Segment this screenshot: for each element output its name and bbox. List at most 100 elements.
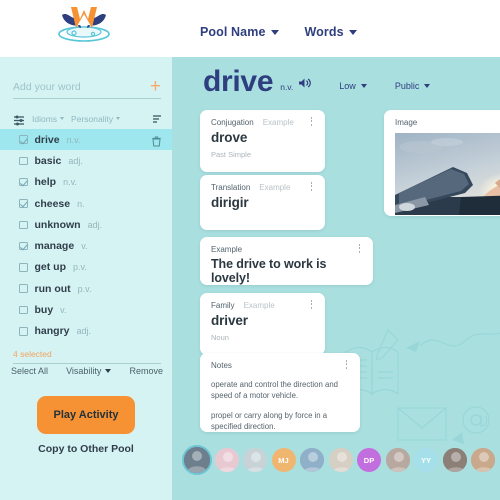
add-word-input[interactable]: Add your word	[13, 81, 81, 93]
word-list-item[interactable]: buy v.	[0, 299, 172, 320]
word-checkbox[interactable]	[19, 263, 28, 272]
word-label: manage	[34, 240, 75, 253]
card-menu-icon[interactable]	[306, 117, 317, 126]
nav-pool-name-label: Pool Name	[200, 25, 266, 39]
card-menu-icon[interactable]	[341, 360, 352, 369]
word-list-item[interactable]: manage v.	[0, 235, 172, 256]
word-list-item[interactable]: unknown adj.	[0, 214, 172, 235]
translation-card[interactable]: Translation Example dirigir	[200, 175, 325, 230]
avatar[interactable]	[243, 448, 267, 472]
avatar[interactable]	[471, 448, 495, 472]
chevron-down-icon	[348, 29, 357, 35]
word-list-item[interactable]: hangry adj.	[0, 321, 172, 342]
word-pos: n.	[77, 198, 85, 209]
list-actions-row: Select All Visability Remove	[11, 366, 163, 376]
avatar-photo	[471, 448, 495, 472]
word-checkbox[interactable]	[19, 241, 28, 251]
level-dropdown[interactable]: Low	[339, 81, 367, 91]
select-all-button[interactable]: Select All	[11, 366, 48, 376]
card-label: Notes	[211, 361, 232, 370]
nav-pool-name[interactable]: Pool Name	[200, 25, 279, 39]
avatar[interactable]	[300, 448, 324, 472]
wordpool-logo[interactable]	[50, 1, 118, 45]
word-checkbox[interactable]	[19, 305, 28, 315]
word-label: cheese	[34, 197, 71, 210]
card-label: Family	[211, 301, 235, 310]
notes-paragraph-2: propel or carry along by force in a spec…	[211, 410, 328, 431]
remove-button[interactable]: Remove	[129, 366, 163, 376]
family-card[interactable]: Family Example driver Noun	[200, 293, 325, 355]
play-activity-button[interactable]: Play Activity	[37, 396, 135, 434]
avatar[interactable]	[328, 448, 353, 472]
word-list-item[interactable]: drive n.v.	[0, 129, 172, 152]
word-pos: p.v.	[73, 262, 87, 273]
word-checkbox[interactable]	[19, 156, 28, 166]
word-label: unknown	[34, 218, 81, 231]
word-list-item[interactable]: basic adj.	[0, 150, 172, 171]
word-pos: adj.	[68, 155, 83, 166]
card-sub: Past Simple	[211, 150, 252, 159]
sort-icon[interactable]	[152, 112, 163, 130]
avatar[interactable]: YY	[414, 448, 438, 472]
word-headline: drive n.v. Low Public	[203, 67, 431, 97]
filter-chip-personality[interactable]: Personality	[71, 114, 121, 124]
word-list-item[interactable]: get up p.v.	[0, 257, 172, 278]
example-card[interactable]: Example The drive to work is lovely!	[200, 237, 373, 285]
card-menu-icon[interactable]	[306, 300, 317, 309]
word-pos: n.v.	[63, 177, 77, 188]
chevron-down-icon	[105, 369, 112, 373]
word-checkbox[interactable]	[19, 327, 28, 336]
visibility-dropdown[interactable]: Visability	[66, 366, 112, 376]
avatar-photo	[243, 448, 267, 472]
word-label: drive	[34, 133, 60, 146]
nav-words[interactable]: Words	[305, 25, 357, 39]
avatar-photo	[184, 447, 210, 473]
word-checkbox[interactable]	[19, 135, 28, 144]
card-secondary-label: Example	[262, 118, 294, 127]
decorative-illustration	[336, 322, 500, 457]
add-word-button[interactable]: +	[150, 77, 161, 96]
card-menu-icon[interactable]	[306, 182, 317, 191]
avatar[interactable]	[184, 447, 210, 473]
word-list-item[interactable]: cheese n.	[0, 193, 172, 214]
avatar-photo	[300, 448, 324, 472]
delete-icon[interactable]	[152, 134, 161, 152]
word-pos: adj.	[87, 219, 103, 230]
card-label: Translation	[211, 183, 251, 192]
copy-to-other-pool-link[interactable]: Copy to Other Pool	[0, 443, 172, 455]
avatar[interactable]: DP	[357, 448, 381, 472]
nav-words-label: Words	[304, 25, 344, 39]
word-pos: p.v.	[77, 283, 92, 294]
card-label: Example	[211, 245, 243, 254]
word-checkbox[interactable]	[19, 220, 28, 230]
speaker-icon[interactable]	[298, 76, 312, 94]
filter-icon[interactable]	[13, 113, 25, 126]
card-spacer	[200, 210, 325, 219]
avatar[interactable]: MJ	[271, 448, 296, 472]
word-list-item[interactable]: run out p.v.	[0, 278, 172, 299]
avatar-initials: DP	[363, 455, 375, 465]
word-visibility-dropdown[interactable]: Public	[395, 81, 431, 91]
notes-card[interactable]: Notes operate and control the direction …	[200, 353, 360, 432]
filter-chip-idioms[interactable]: Idioms	[32, 114, 65, 124]
word-list-item[interactable]: help n.v.	[0, 172, 172, 193]
word-list: drive n.v. basic adj. help n.v. cheese n. unknow…	[0, 129, 172, 342]
avatar[interactable]	[214, 448, 239, 472]
avatar-initials: YY	[420, 455, 431, 465]
card-value: The drive to work is lovely!	[211, 257, 327, 285]
word-checkbox[interactable]	[19, 284, 28, 293]
chevron-down-icon	[270, 29, 279, 35]
visibility-dropdown-label: Visability	[66, 366, 102, 376]
conjugation-card[interactable]: Conjugation Example drove Past Simple	[200, 110, 325, 172]
avatar[interactable]	[385, 448, 410, 472]
word-checkbox[interactable]	[19, 177, 28, 187]
word-checkbox[interactable]	[19, 199, 28, 208]
card-label: Conjugation	[211, 118, 254, 127]
word-label: help	[34, 176, 57, 189]
image-card[interactable]: Image	[384, 110, 500, 216]
word-part-of-speech: n.v.	[280, 82, 294, 92]
card-label: Image	[395, 118, 418, 127]
card-menu-icon[interactable]	[354, 244, 365, 253]
avatar[interactable]	[442, 448, 467, 472]
word-pos: n.v.	[66, 134, 81, 145]
